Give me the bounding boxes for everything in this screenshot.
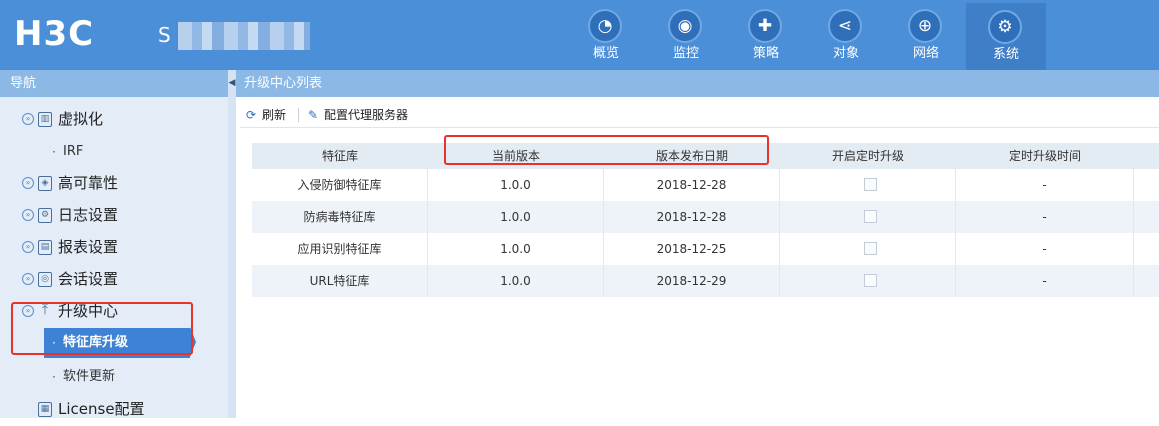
collapse-left-icon[interactable]: ◀ xyxy=(228,76,236,90)
cell-signature: URL特征库 xyxy=(252,265,428,297)
cell-date: 2018-12-25 xyxy=(604,233,780,265)
cell-version: 1.0.0 xyxy=(428,201,604,233)
cell-signature: 应用识别特征库 xyxy=(252,233,428,265)
expand-icon[interactable]: » xyxy=(22,241,34,253)
annotation-highlight-version xyxy=(444,135,769,165)
toolbar-divider xyxy=(298,108,299,122)
nav-label: 网络 xyxy=(912,46,939,61)
nav-policy[interactable]: ✚ 策略 xyxy=(726,2,806,68)
refresh-label: 刷新 xyxy=(262,108,287,122)
nav-item-label: 日志设置 xyxy=(58,206,119,224)
table-row[interactable]: 入侵防御特征库 1.0.0 2018-12-28 - xyxy=(252,169,1159,201)
license-icon: ▦ xyxy=(38,402,52,417)
nav-label: 对象 xyxy=(832,46,859,61)
log-settings-icon: ⚙ xyxy=(38,208,52,223)
nav-item-label: 报表设置 xyxy=(58,238,119,256)
cell-time: - xyxy=(956,169,1134,201)
left-nav: 导航 ◀ » ▥ 虚拟化 · IRF » ◈ 高可靠性 » ⚙ 日志设置 » ▤… xyxy=(0,70,236,418)
h3c-logo: H3C xyxy=(14,14,95,54)
scheduled-checkbox[interactable] xyxy=(864,242,877,255)
expand-icon[interactable]: » xyxy=(22,209,34,221)
nav-overview[interactable]: ◔ 概览 xyxy=(566,2,646,68)
page-title: 升级中心列表 xyxy=(244,76,323,91)
cell-version: 1.0.0 xyxy=(428,233,604,265)
main-title-bar: 升级中心列表 xyxy=(236,70,1159,97)
nav-object[interactable]: ⋖ 对象 xyxy=(806,2,886,68)
scheduled-checkbox[interactable] xyxy=(864,274,877,287)
nav-item-label: 虚拟化 xyxy=(58,110,104,128)
proxy-label: 配置代理服务器 xyxy=(324,108,409,122)
blurred-device-name xyxy=(178,22,310,50)
nav-sub-label: 软件更新 xyxy=(63,369,116,384)
cell-scheduled xyxy=(780,201,956,233)
nav-network[interactable]: ⊕ 网络 xyxy=(886,2,966,68)
cell-signature: 防病毒特征库 xyxy=(252,201,428,233)
refresh-icon: ⟳ xyxy=(246,108,257,122)
cell-signature: 入侵防御特征库 xyxy=(252,169,428,201)
top-header: H3C S ◔ 概览 ◉ 监控 ✚ 策略 ⋖ 对象 ⊕ 网络 ⚙ 系统 xyxy=(0,0,1159,70)
reliability-shield-icon: ◈ xyxy=(38,176,52,191)
report-settings-icon: ▤ xyxy=(38,240,52,255)
dashboard-icon: ◔ xyxy=(588,9,622,43)
nav-label: 策略 xyxy=(752,46,779,61)
cell-scheduled xyxy=(780,169,956,201)
nav-sub-software-update[interactable]: · 软件更新 xyxy=(0,362,228,392)
globe-icon: ⊕ xyxy=(908,9,942,43)
nav-title: 导航 xyxy=(0,70,236,97)
scheduled-checkbox[interactable] xyxy=(864,178,877,191)
cell-version: 1.0.0 xyxy=(428,169,604,201)
bullet: · xyxy=(52,145,56,159)
nav-item-label: License配置 xyxy=(58,400,145,418)
camera-icon: ◉ xyxy=(668,9,702,43)
cell-time: - xyxy=(956,201,1134,233)
session-settings-icon: ◎ xyxy=(38,272,52,287)
annotation-highlight-upgrade-center xyxy=(11,302,193,355)
nav-item-high-availability[interactable]: » ◈ 高可靠性 xyxy=(0,168,228,200)
bullet: · xyxy=(52,370,56,384)
cell-time: - xyxy=(956,233,1134,265)
scheduled-checkbox[interactable] xyxy=(864,210,877,223)
table-row[interactable]: 防病毒特征库 1.0.0 2018-12-28 - xyxy=(252,201,1159,233)
collapse-strip[interactable] xyxy=(228,70,236,418)
cell-scheduled xyxy=(780,265,956,297)
nav-item-label: 高可靠性 xyxy=(58,174,119,192)
wrench-icon: ✎ xyxy=(308,108,319,122)
nav-sub-label: IRF xyxy=(63,144,84,159)
nav-label: 系统 xyxy=(992,47,1019,62)
device-name: S xyxy=(158,23,171,47)
nav-system[interactable]: ⚙ 系统 xyxy=(966,3,1046,70)
nav-item-label: 会话设置 xyxy=(58,270,119,288)
table-row[interactable]: URL特征库 1.0.0 2018-12-29 - xyxy=(252,265,1159,297)
cell-scheduled xyxy=(780,233,956,265)
header-signature[interactable]: 特征库 xyxy=(252,143,428,169)
table-row[interactable]: 应用识别特征库 1.0.0 2018-12-25 - xyxy=(252,233,1159,265)
configure-proxy-button[interactable]: ✎ 配置代理服务器 xyxy=(308,106,408,124)
nav-item-report-settings[interactable]: » ▤ 报表设置 xyxy=(0,232,228,264)
header-scheduled-time[interactable]: 定时升级时间 xyxy=(956,143,1134,169)
virtualization-icon: ▥ xyxy=(38,112,52,127)
nav-label: 监控 xyxy=(672,46,699,61)
monitor-gear-icon: ⚙ xyxy=(988,10,1022,44)
expand-icon[interactable]: » xyxy=(22,113,34,125)
cell-date: 2018-12-29 xyxy=(604,265,780,297)
cell-version: 1.0.0 xyxy=(428,265,604,297)
nav-item-virtualization[interactable]: » ▥ 虚拟化 xyxy=(0,104,228,136)
expand-icon[interactable]: » xyxy=(22,273,34,285)
expand-icon[interactable]: » xyxy=(22,177,34,189)
shield-plus-icon: ✚ xyxy=(748,9,782,43)
toolbar: ⟳ 刷新 ✎ 配置代理服务器 xyxy=(240,102,1159,128)
nav-label: 概览 xyxy=(592,46,619,61)
header-scheduled-upgrade[interactable]: 开启定时升级 xyxy=(780,143,956,169)
cell-time: - xyxy=(956,265,1134,297)
share-icon: ⋖ xyxy=(828,9,862,43)
cell-date: 2018-12-28 xyxy=(604,201,780,233)
nav-item-session-settings[interactable]: » ◎ 会话设置 xyxy=(0,264,228,296)
refresh-button[interactable]: ⟳ 刷新 xyxy=(246,106,286,124)
nav-monitor[interactable]: ◉ 监控 xyxy=(646,2,726,68)
nav-item-log-settings[interactable]: » ⚙ 日志设置 xyxy=(0,200,228,232)
nav-sub-irf[interactable]: · IRF xyxy=(0,137,228,167)
nav-item-license[interactable]: ▦ License配置 xyxy=(0,394,228,426)
cell-date: 2018-12-28 xyxy=(604,169,780,201)
